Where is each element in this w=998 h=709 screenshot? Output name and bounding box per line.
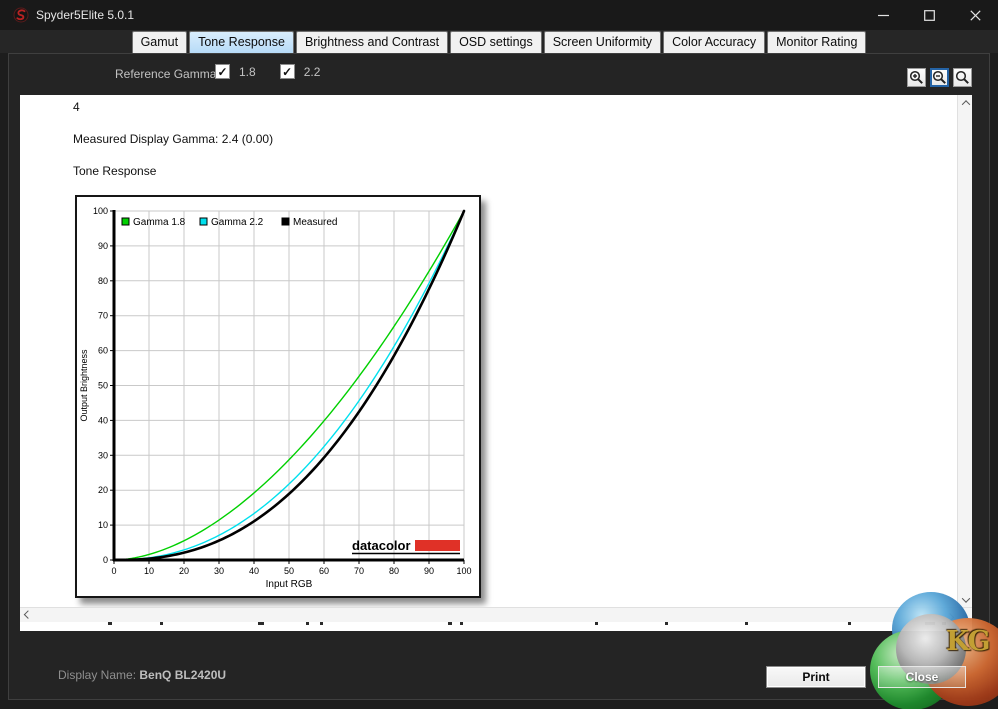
scroll-left-button[interactable] xyxy=(20,608,35,623)
tab-gamut[interactable]: Gamut xyxy=(131,31,188,53)
svg-text:70: 70 xyxy=(354,566,364,576)
svg-text:90: 90 xyxy=(424,566,434,576)
app-window: Spyder5Elite 5.0.1 Gamut Tone Response Bri… xyxy=(0,0,998,709)
clipped-text-row xyxy=(20,622,972,631)
tab-bar: Gamut Tone Response Brightness and Contras… xyxy=(0,30,998,53)
close-icon xyxy=(969,9,981,21)
gamma-checkbox-label: 2.2 xyxy=(303,64,321,79)
tab-tone-response[interactable]: Tone Response xyxy=(189,31,294,53)
maximize-icon xyxy=(923,9,935,21)
svg-text:Gamma 1.8: Gamma 1.8 xyxy=(133,217,186,228)
svg-text:0: 0 xyxy=(111,566,116,576)
scroll-down-button[interactable] xyxy=(958,592,973,607)
horizontal-scrollbar[interactable] xyxy=(20,607,972,622)
measured-gamma-text: Measured Display Gamma: 2.4 (0.00) xyxy=(73,132,274,146)
window-controls xyxy=(860,0,998,30)
svg-text:Output Brightness: Output Brightness xyxy=(79,349,89,422)
chevron-left-icon xyxy=(23,609,32,619)
maximize-button[interactable] xyxy=(906,0,952,30)
tone-response-chart: 0 10 20 30 40 50 60 70 80 90 100 0 10 20 30 40 50 60 70 80 9… xyxy=(75,195,481,598)
svg-text:30: 30 xyxy=(214,566,224,576)
minimize-icon xyxy=(877,14,889,16)
svg-text:30: 30 xyxy=(98,450,108,460)
chevron-right-icon xyxy=(945,612,954,622)
svg-text:0: 0 xyxy=(103,555,108,565)
svg-text:Input RGB: Input RGB xyxy=(266,579,313,590)
chevron-up-icon xyxy=(961,99,970,109)
zoom-reset-icon xyxy=(955,70,969,84)
zoom-button-group xyxy=(907,68,972,87)
svg-text:40: 40 xyxy=(249,566,259,576)
svg-text:50: 50 xyxy=(284,566,294,576)
section-title: Tone Response xyxy=(73,164,157,178)
svg-text:90: 90 xyxy=(98,241,108,251)
svg-text:Gamma 2.2: Gamma 2.2 xyxy=(211,217,264,228)
chevron-down-icon xyxy=(961,593,970,603)
svg-text:10: 10 xyxy=(98,520,108,530)
tab-osd-settings[interactable]: OSD settings xyxy=(450,31,542,53)
svg-text:100: 100 xyxy=(456,566,471,576)
svg-text:20: 20 xyxy=(179,566,189,576)
toolbar: Reference Gamma: ✓ 1.8 ✓ 2.2 xyxy=(8,53,990,95)
minimize-button[interactable] xyxy=(860,0,906,30)
close-button[interactable]: Close xyxy=(878,666,966,688)
zoom-reset-button[interactable] xyxy=(953,68,972,87)
svg-text:20: 20 xyxy=(98,485,108,495)
svg-text:70: 70 xyxy=(98,311,108,321)
content-area: 4 Measured Display Gamma: 2.4 (0.00) Ton… xyxy=(20,95,972,631)
svg-text:40: 40 xyxy=(98,415,108,425)
svg-text:80: 80 xyxy=(98,276,108,286)
reference-gamma-checkboxes: ✓ 1.8 ✓ 2.2 xyxy=(215,64,344,79)
spyder-app-icon xyxy=(13,7,29,23)
page-number: 4 xyxy=(73,100,80,114)
svg-text:10: 10 xyxy=(144,566,154,576)
gamma-checkbox-label: 1.8 xyxy=(239,64,256,79)
close-window-button[interactable] xyxy=(952,0,998,30)
tab-screen-uniformity[interactable]: Screen Uniformity xyxy=(543,31,662,53)
display-name: Display Name: BenQ BL2420U xyxy=(58,668,226,682)
scroll-up-button[interactable] xyxy=(958,95,973,110)
svg-text:80: 80 xyxy=(389,566,399,576)
svg-text:datacolor: datacolor xyxy=(352,538,411,553)
zoom-out-icon xyxy=(932,70,946,84)
tab-monitor-rating[interactable]: Monitor Rating xyxy=(767,31,867,53)
svg-text:Measured: Measured xyxy=(293,217,337,228)
tab-color-accuracy[interactable]: Color Accuracy xyxy=(663,31,766,53)
scroll-right-button[interactable] xyxy=(942,608,957,623)
gamma-checkbox-2-2[interactable]: ✓ xyxy=(279,64,295,79)
titlebar: Spyder5Elite 5.0.1 xyxy=(0,0,998,30)
window-title: Spyder5Elite 5.0.1 xyxy=(36,8,135,22)
svg-text:60: 60 xyxy=(319,566,329,576)
zoom-out-button[interactable] xyxy=(930,68,949,87)
gamma-checkbox-1-8[interactable]: ✓ xyxy=(215,64,230,79)
svg-text:60: 60 xyxy=(98,346,108,356)
print-button[interactable]: Print xyxy=(766,666,866,688)
svg-text:100: 100 xyxy=(93,206,108,216)
vertical-scrollbar[interactable] xyxy=(957,95,972,607)
display-name-value: BenQ BL2420U xyxy=(139,668,227,682)
display-name-label: Display Name: xyxy=(58,668,137,682)
zoom-in-icon xyxy=(909,70,923,84)
tab-brightness-and-contrast[interactable]: Brightness and Contrast xyxy=(295,31,449,53)
zoom-in-button[interactable] xyxy=(907,68,926,87)
svg-text:50: 50 xyxy=(98,381,108,391)
reference-gamma-label: Reference Gamma: xyxy=(115,67,220,81)
